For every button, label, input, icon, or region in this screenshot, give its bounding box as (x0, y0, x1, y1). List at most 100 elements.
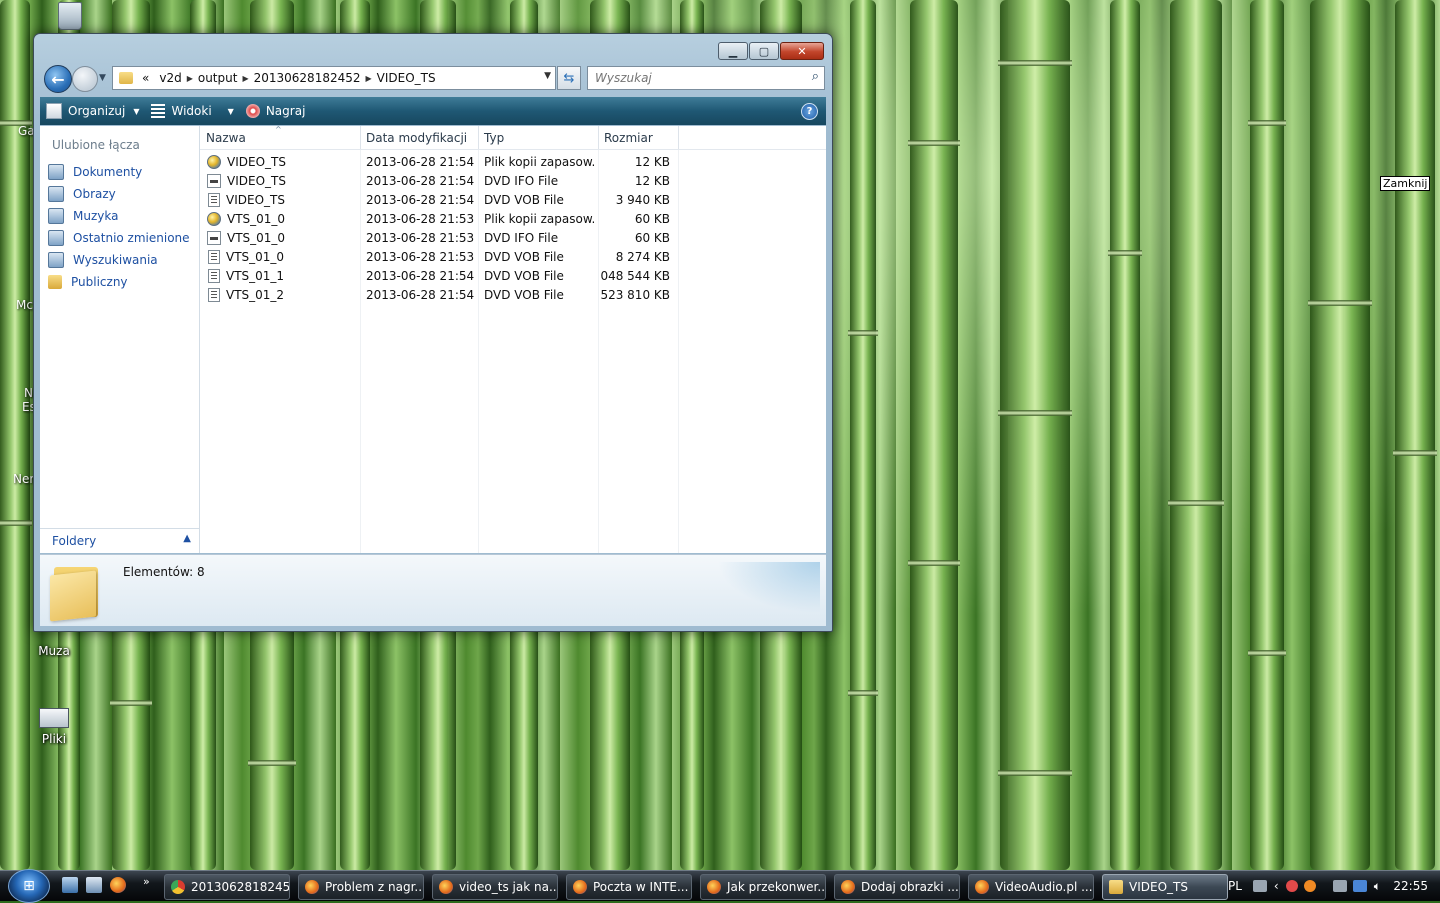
firefox-icon (439, 880, 453, 894)
pictures-icon (48, 186, 64, 202)
organize-icon (46, 103, 62, 119)
file-row[interactable]: VIDEO_TS 2013-06-28 21:54 DVD VOB File 3… (200, 190, 826, 209)
search-input[interactable] (593, 70, 802, 86)
folders-label: Foldery (52, 534, 97, 548)
tray-app-icon[interactable] (1303, 880, 1316, 892)
back-button[interactable]: ← (44, 65, 72, 93)
address-overflow[interactable]: « (137, 71, 154, 85)
organize-button[interactable]: Organizuj ▼ (40, 97, 145, 125)
address-bar[interactable]: « v2d ▶ output ▶ 20130628182452 ▶ VIDEO_… (112, 66, 556, 90)
firefox-icon (305, 880, 319, 894)
maximize-icon: ▢ (758, 44, 770, 58)
favorite-links-title: Ulubione łącza (52, 138, 140, 152)
file-name: VTS_01_0 (227, 211, 286, 226)
firefox-icon[interactable] (110, 877, 126, 893)
breadcrumb-item[interactable]: output (193, 71, 243, 85)
start-button[interactable]: ⊞ (8, 869, 50, 903)
breadcrumb-item[interactable]: 20130628182452 (249, 71, 366, 85)
language-indicator[interactable]: PL (1228, 879, 1242, 893)
close-icon: ✕ (797, 44, 807, 58)
nav-item-label: Dokumenty (73, 165, 143, 179)
taskbar-button[interactable]: VideoAudio.pl ... (968, 874, 1094, 900)
search-box[interactable]: ⌕ (587, 66, 825, 90)
address-dropdown-icon[interactable]: ▼ (544, 71, 551, 81)
taskbar-button-label: video_ts jak na... (459, 880, 558, 894)
folders-toggle[interactable]: Foldery ▲ (40, 528, 199, 553)
file-row[interactable]: VTS_01_0 2013-06-28 21:53 DVD IFO File 6… (200, 228, 826, 247)
file-size: 60 KB (634, 211, 670, 226)
taskbar-button[interactable]: Poczta w INTE... (566, 874, 692, 900)
help-icon[interactable]: ? (801, 103, 818, 120)
security-icon[interactable] (1352, 880, 1367, 892)
nav-item-label: Obrazy (73, 187, 116, 201)
taskbar-button-label: VideoAudio.pl ... (995, 880, 1093, 894)
column-header-type[interactable]: Typ (478, 126, 599, 149)
nav-item-label: Muzyka (73, 209, 119, 223)
file-type: DVD VOB File (484, 192, 564, 207)
network-icon[interactable] (1332, 880, 1347, 892)
file-row[interactable]: VTS_01_0 2013-06-28 21:53 Plik kopii zap… (200, 209, 826, 228)
column-header-date[interactable]: Data modyfikacji (360, 126, 479, 149)
file-type: DVD VOB File (484, 249, 564, 264)
file-row[interactable]: VTS_01_1 2013-06-28 21:54 DVD VOB File 1… (200, 266, 826, 285)
file-type: DVD VOB File (484, 287, 564, 302)
file-date: 2013-06-28 21:54 (366, 173, 475, 188)
back-arrow-icon: ← (51, 69, 65, 89)
clock[interactable]: 22:55 (1393, 879, 1428, 893)
desktop-icon-muza[interactable]: Muza (24, 630, 84, 658)
views-button[interactable]: Widoki ▼ (145, 97, 239, 125)
refresh-button[interactable]: ⇆ (557, 66, 581, 90)
tray-app-icon[interactable] (1285, 880, 1298, 892)
file-row[interactable]: VTS_01_2 2013-06-28 21:54 DVD VOB File 5… (200, 285, 826, 304)
taskbar-button[interactable]: Jak przekonwer... (700, 874, 826, 900)
firefox-icon (841, 880, 855, 894)
close-button[interactable]: ✕ (780, 42, 824, 60)
volume-icon[interactable]: 🔈︎ (1374, 879, 1381, 894)
file-date: 2013-06-28 21:53 (366, 211, 475, 226)
nav-item-documents[interactable]: Dokumenty (40, 161, 199, 183)
burn-button[interactable]: Nagraj (240, 97, 312, 125)
desktop-icon-label-fragment: Mc (16, 298, 33, 312)
file-row[interactable]: VIDEO_TS 2013-06-28 21:54 Plik kopii zap… (200, 152, 826, 171)
minimize-button[interactable]: ▁ (718, 42, 748, 60)
taskbar-button-label: Problem z nagr... (325, 880, 424, 894)
file-row[interactable]: VTS_01_0 2013-06-28 21:53 DVD VOB File 8… (200, 247, 826, 266)
breadcrumb-item-current[interactable]: VIDEO_TS (372, 71, 441, 85)
taskbar-button[interactable]: Dodaj obrazki ... (834, 874, 960, 900)
file-size: 60 KB (634, 230, 670, 245)
file-date: 2013-06-28 21:54 (366, 192, 475, 207)
breadcrumb-item[interactable]: v2d (154, 71, 186, 85)
file-name: VIDEO_TS (227, 154, 286, 169)
quick-launch (62, 877, 134, 893)
nav-item-music[interactable]: Muzyka (40, 205, 199, 227)
taskbar-button-active[interactable]: VIDEO_TS (1102, 874, 1228, 900)
taskbar-button[interactable]: video_ts jak na... (432, 874, 558, 900)
taskbar-button[interactable]: Problem z nagr... (298, 874, 424, 900)
file-row[interactable]: VIDEO_TS 2013-06-28 21:54 DVD IFO File 1… (200, 171, 826, 190)
nav-item-pictures[interactable]: Obrazy (40, 183, 199, 205)
taskbar-button[interactable]: 20130628182452... (164, 874, 290, 900)
nav-item-public[interactable]: Publiczny (40, 271, 199, 293)
show-desktop-icon[interactable] (62, 877, 78, 893)
backup-file-icon (207, 154, 221, 169)
switch-windows-icon[interactable] (86, 877, 102, 893)
column-header-name[interactable]: ^ Nazwa (200, 125, 361, 149)
forward-button[interactable] (72, 66, 98, 92)
column-header-label: Nazwa (206, 130, 246, 145)
chevron-down-icon: ▼ (227, 106, 234, 116)
file-name: VIDEO_TS (227, 173, 286, 188)
desktop-icon-pliki[interactable]: Pliki (24, 708, 84, 746)
chevron-left-icon[interactable]: ‹ (1274, 879, 1279, 893)
keyboard-icon[interactable] (1252, 880, 1267, 892)
nav-item-recent[interactable]: Ostatnio zmienione (40, 227, 199, 249)
recycle-bin-icon[interactable] (40, 2, 100, 34)
history-dropdown-icon[interactable]: ▼ (99, 73, 106, 83)
sort-ascending-icon: ^ (275, 125, 282, 134)
maximize-button[interactable]: ▢ (749, 42, 779, 60)
quick-launch-more[interactable]: » (143, 875, 150, 888)
nav-item-searches[interactable]: Wyszukiwania (40, 249, 199, 271)
file-list: ^ Nazwa Data modyfikacji Typ Rozmiar VID… (200, 125, 826, 553)
nav-item-label: Wyszukiwania (73, 253, 158, 267)
search-icon[interactable]: ⌕ (812, 69, 819, 84)
column-header-size[interactable]: Rozmiar (598, 126, 679, 149)
